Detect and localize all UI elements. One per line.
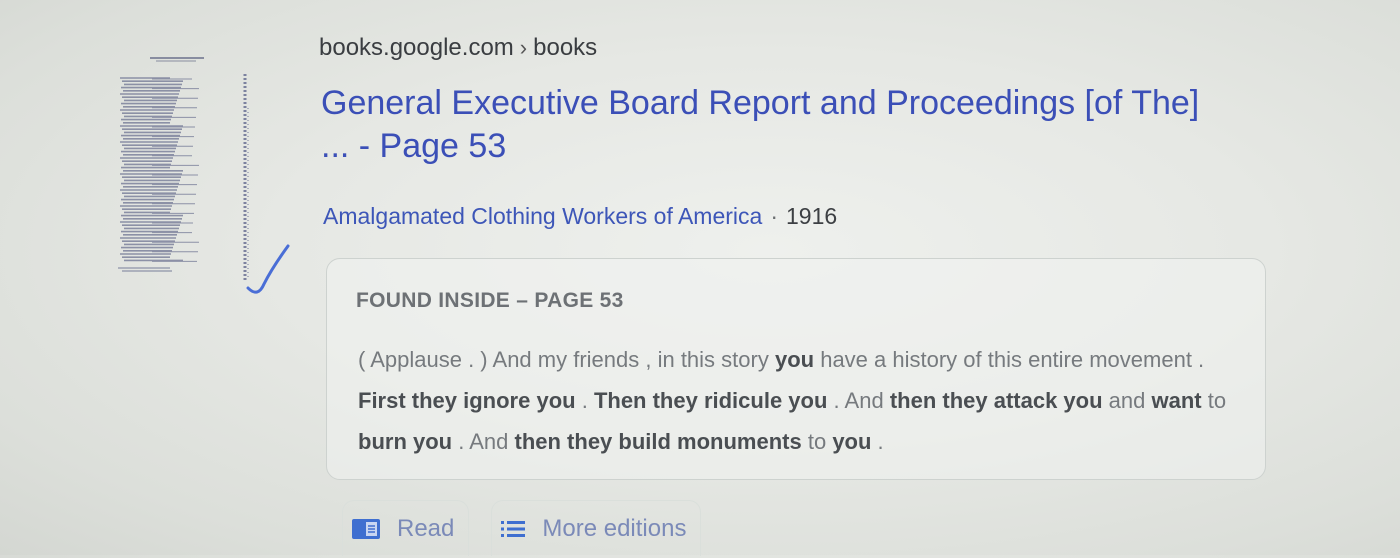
snippet-highlight: then they attack you xyxy=(889,388,1103,413)
snippet-segment: . xyxy=(871,429,884,454)
found-inside-snippet-card: FOUND INSIDE – PAGE 53 ( Applause . ) An… xyxy=(326,258,1266,480)
snippet-segment: ( Applause . ) And my friends , in this … xyxy=(358,347,775,372)
snippet-highlight: burn you xyxy=(358,429,453,454)
result-title-line-1: General Executive Board Report and Proce… xyxy=(321,84,1200,122)
read-button[interactable]: Read xyxy=(342,500,470,556)
snippet-highlight: you xyxy=(832,429,872,454)
book-open-icon xyxy=(351,518,381,540)
snippet-highlight: First they ignore you xyxy=(358,388,576,413)
snippet-segment: have a history of this entire movement . xyxy=(814,347,1205,372)
snippet-highlight: want xyxy=(1151,388,1202,413)
list-icon xyxy=(500,519,526,539)
snippet-heading: FOUND INSIDE – PAGE 53 xyxy=(356,289,624,312)
snippet-highlight: then they build monuments xyxy=(514,429,802,454)
result-title-link[interactable]: General Executive Board Report and Proce… xyxy=(321,82,1281,168)
snippet-segment: . And xyxy=(827,388,890,413)
result-path: books xyxy=(533,34,598,61)
book-page-image xyxy=(118,57,290,294)
snippet-segment: to xyxy=(1201,388,1227,413)
more-editions-label: More editions xyxy=(542,514,687,542)
read-label: Read xyxy=(397,514,455,542)
snippet-highlight: you xyxy=(774,347,815,372)
publication-year: 1916 xyxy=(786,203,838,229)
result-url-breadcrumb[interactable]: books.google.com › books xyxy=(319,34,597,62)
author-link[interactable]: Amalgamated Clothing Workers of America xyxy=(323,203,762,229)
meta-separator: · xyxy=(770,203,778,229)
snippet-segment: . xyxy=(575,388,594,413)
result-title-line-2: ... - Page 53 xyxy=(321,127,507,165)
more-editions-button[interactable]: More editions xyxy=(491,500,702,556)
result-domain: books.google.com xyxy=(319,34,514,61)
snippet-highlight: Then they ridicule you xyxy=(593,388,828,413)
snippet-segment: . And xyxy=(452,429,515,454)
snippet-text: ( Applause . ) And my friends , in this … xyxy=(358,339,1248,462)
result-meta: Amalgamated Clothing Workers of America ·… xyxy=(323,203,837,230)
result-actions: Read More editions xyxy=(342,498,702,558)
book-cover-thumbnail[interactable] xyxy=(112,48,292,298)
breadcrumb-separator: › xyxy=(519,35,528,60)
snippet-segment: to xyxy=(801,429,833,454)
snippet-segment: and xyxy=(1102,388,1152,413)
